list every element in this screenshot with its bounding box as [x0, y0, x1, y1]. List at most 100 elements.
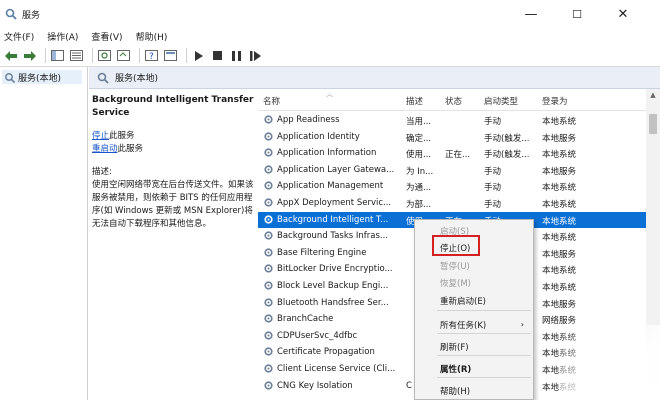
service-gear-icon — [263, 164, 274, 175]
cell-logon-as: 本地系统 — [542, 233, 577, 244]
service-gear-icon — [263, 280, 274, 291]
service-gear-icon — [263, 214, 274, 225]
cell-name: CDPUserSvc_4dfbc — [277, 330, 358, 341]
maximize-button[interactable]: ☐ — [554, 0, 600, 28]
start-service-icon[interactable] — [191, 49, 206, 63]
cell-logon-as: 本地系统 — [542, 216, 577, 227]
menu-item-label: 恢复(M) — [440, 278, 471, 289]
service-gear-icon — [263, 330, 274, 341]
menu-item-refresh[interactable]: 刷新(F) — [416, 338, 532, 355]
column-header-logon-as[interactable]: 登录为 — [542, 95, 568, 107]
console-tree: 服务(本地) — [0, 67, 88, 400]
highlight-box-stop — [432, 235, 480, 256]
cell-startup-type: 手动 — [484, 117, 502, 127]
menu-view[interactable]: 查看(V) — [91, 30, 122, 43]
cell-startup-type: 手动(触发... — [484, 133, 530, 144]
cell-logon-as: 本地系统 — [542, 283, 577, 293]
menu-help[interactable]: 帮助(H) — [136, 30, 168, 43]
service-gear-icon — [263, 114, 274, 125]
services-header-bar: 服务(本地) — [89, 67, 660, 89]
cell-logon-as: 本地服务 — [542, 133, 577, 144]
menu-item-properties[interactable]: 属性(R) — [416, 360, 532, 377]
menu-item-resume[interactable]: 恢复(M) — [416, 274, 532, 291]
help-icon[interactable]: ? — [144, 49, 159, 63]
cell-logon-as: 本地服务 — [542, 166, 577, 177]
cell-description: 为通... — [406, 183, 432, 194]
cell-startup-type: 手动(触发... — [484, 150, 530, 161]
list-view-icon[interactable] — [69, 49, 84, 63]
menu-bar: 文件(F) 操作(A) 查看(V) 帮助(H) — [0, 28, 660, 45]
table-header: ︿ 名称 描述 状态 启动类型 登录为 — [258, 89, 646, 111]
cell-startup-type: 手动 — [484, 183, 502, 194]
toolbar-divider — [92, 48, 93, 63]
service-gear-icon — [263, 180, 274, 191]
services-app-icon — [5, 8, 17, 20]
column-header-startup-type[interactable]: 启动类型 — [484, 95, 518, 107]
column-header-description[interactable]: 描述 — [406, 95, 423, 107]
description-pane: Background Intelligent Transfer Service … — [92, 94, 258, 400]
menu-file[interactable]: 文件(F) — [4, 30, 34, 43]
restart-service-link[interactable]: 重启动 — [92, 144, 118, 154]
menu-item-label: 刷新(F) — [440, 342, 469, 353]
menu-item-help[interactable]: 帮助(H) — [416, 382, 532, 399]
cell-name: AppX Deployment Servic... — [277, 198, 392, 208]
scroll-thumb[interactable] — [649, 114, 657, 134]
column-header-name[interactable]: 名称 — [263, 95, 280, 107]
minimize-button[interactable]: — — [508, 0, 554, 28]
service-gear-icon — [263, 346, 274, 357]
service-gear-icon — [263, 230, 274, 241]
menu-item-restart[interactable]: 重新启动(E) — [416, 292, 532, 309]
refresh-icon[interactable] — [97, 49, 112, 63]
cell-logon-as: 本地系统 — [542, 200, 577, 210]
toolbar-divider — [139, 48, 140, 63]
properties-icon[interactable] — [163, 49, 178, 63]
table-row[interactable]: AppX Deployment Servic... 为部... 手动 本地系统 — [258, 195, 646, 212]
service-gear-icon — [263, 247, 274, 258]
cell-name: Certificate Propagation — [277, 347, 375, 358]
cell-logon-as: 本地系统 — [542, 150, 577, 161]
menu-item-pause[interactable]: 暂停(U) — [416, 257, 532, 274]
table-row[interactable]: App Readiness 当用... 手动 本地系统 — [258, 112, 646, 129]
cell-logon-as: 本地系统 — [542, 183, 577, 194]
console-tree-icon[interactable] — [50, 49, 65, 63]
service-gear-icon — [263, 363, 274, 374]
service-gear-icon — [263, 313, 274, 324]
cell-name: Application Management — [277, 181, 384, 192]
stop-service-icon[interactable] — [210, 49, 225, 63]
tree-item-services-local[interactable]: 服务(本地) — [2, 70, 82, 84]
sort-indicator-icon: ︿ — [326, 90, 333, 98]
svg-text:?: ? — [149, 52, 154, 61]
table-row[interactable]: Application Layer Gatewa... 为 In... 手动 本地服务 — [258, 162, 646, 179]
scroll-up-icon[interactable]: ▲ — [646, 91, 660, 101]
close-button[interactable]: ✕ — [600, 0, 646, 28]
restart-service-icon[interactable] — [248, 49, 263, 63]
menu-separator — [437, 377, 531, 378]
service-gear-icon — [263, 197, 274, 208]
service-gear-icon — [263, 297, 274, 308]
stop-service-link[interactable]: 停止 — [92, 131, 109, 141]
column-header-status[interactable]: 状态 — [445, 95, 462, 107]
menu-item-all-tasks[interactable]: 所有任务(K) › — [416, 316, 532, 333]
cell-logon-as: 本地服务 — [542, 299, 577, 310]
pause-service-icon[interactable] — [229, 49, 244, 63]
cell-name: Block Level Backup Engi... — [277, 281, 389, 291]
title-bar: 服务 — ☐ ✕ — [0, 0, 660, 28]
forward-arrow-icon[interactable] — [22, 49, 37, 63]
menu-action[interactable]: 操作(A) — [47, 30, 78, 43]
toolbar: ? — [0, 45, 660, 67]
cell-startup-type: 手动 — [484, 200, 502, 210]
table-row[interactable]: Application Identity 确定... 手动(触发... 本地服务 — [258, 129, 646, 146]
description-text: 使用空闲网络带宽在后台传送文件。如果该服务被禁用，则依赖于 BITS 的任何应用… — [92, 180, 254, 229]
table-row[interactable]: Application Management 为通... 手动 本地系统 — [258, 178, 646, 195]
service-gear-icon — [263, 147, 274, 158]
services-gear-icon — [4, 72, 16, 83]
export-list-icon[interactable] — [116, 49, 131, 63]
menu-item-label: 属性(R) — [440, 364, 472, 375]
back-arrow-icon[interactable] — [3, 49, 18, 63]
cell-name: Background Tasks Infras... — [277, 231, 389, 242]
cell-status: 正在... — [445, 150, 471, 161]
table-row[interactable]: Application Information 使用... 正在... 手动(触发..… — [258, 145, 646, 162]
menu-separator — [437, 355, 531, 356]
cell-name: Bluetooth Handsfree Ser... — [277, 297, 389, 308]
service-gear-icon — [263, 131, 274, 142]
